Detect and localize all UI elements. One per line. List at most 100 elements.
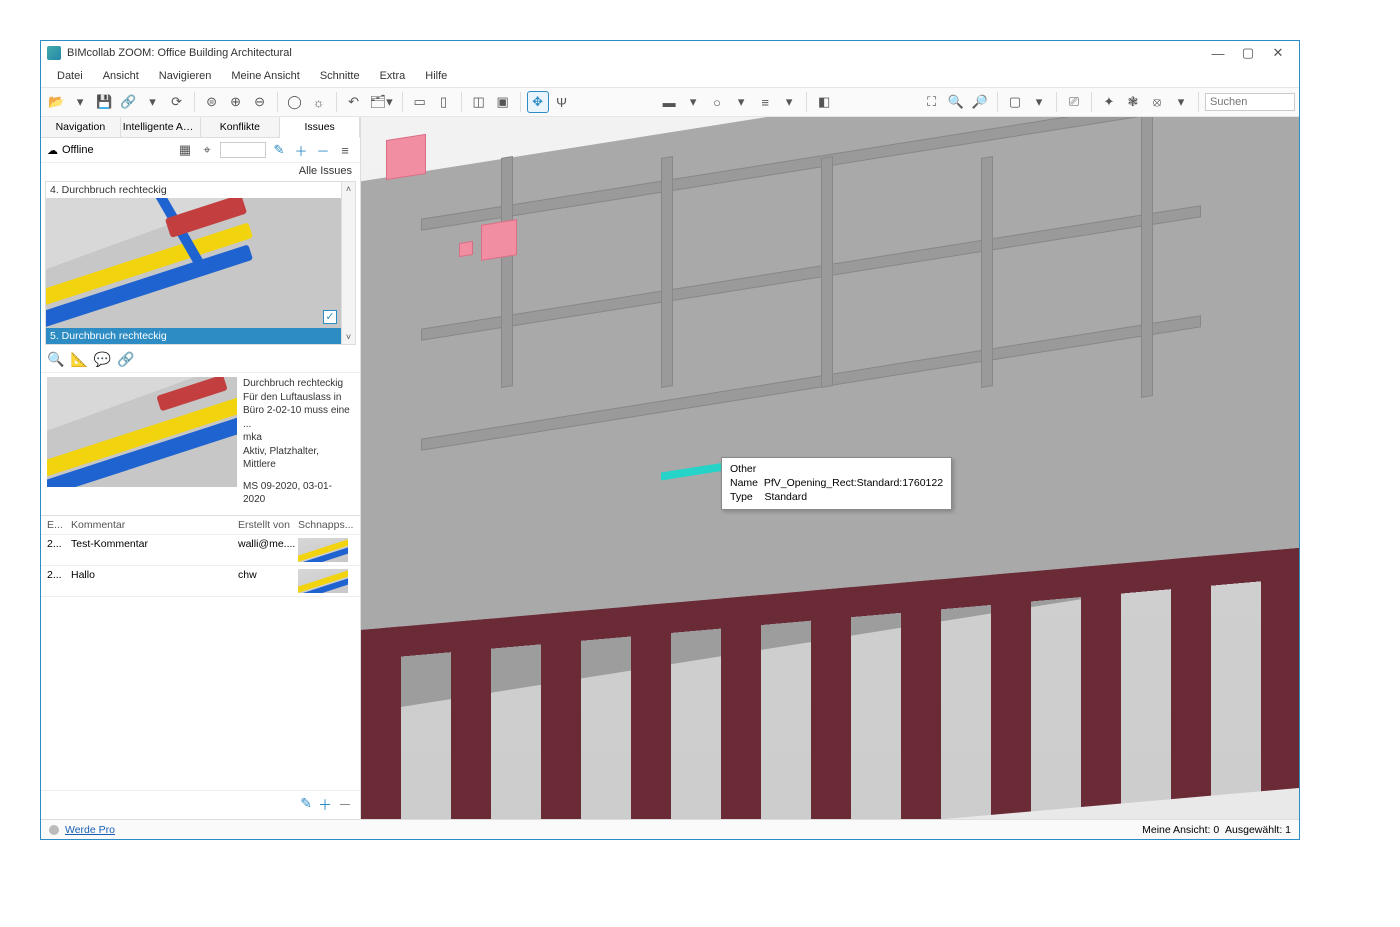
issue-detail: Durchbruch rechteckig Für den Luftauslas…	[41, 372, 360, 511]
scroll-up-icon[interactable]: ˄	[342, 182, 355, 196]
color-bar-icon[interactable]: ▬	[658, 91, 680, 113]
fit-icon[interactable]: ⊜	[201, 91, 223, 113]
remove-issue-icon[interactable]: －	[314, 141, 332, 159]
comment-icon[interactable]: 💬	[94, 351, 111, 368]
pro-link[interactable]: Werde Pro	[65, 824, 115, 836]
cloud-icon: ☁	[47, 144, 58, 157]
col-snapshot[interactable]: Schnapps...	[298, 519, 354, 531]
side-view-icon[interactable]: ▯	[433, 91, 455, 113]
issue-5-caption[interactable]: 5. Durchbruch rechteckig	[46, 328, 355, 344]
zoom-in-icon[interactable]: ⊕	[225, 91, 247, 113]
minimize-button[interactable]: —	[1203, 46, 1233, 61]
sun-icon[interactable]: ☼	[308, 91, 330, 113]
detail-thumbnail[interactable]	[47, 377, 237, 487]
detail-desc: Für den Luftauslass in Büro 2-02-10 muss…	[243, 391, 354, 432]
menu-ansicht[interactable]: Ansicht	[93, 68, 149, 84]
myview-count: 0	[1213, 824, 1219, 836]
sidebar-tabs: Navigation Intelligente Ansi... Konflikt…	[41, 117, 360, 138]
lines-icon[interactable]: ≡	[754, 91, 776, 113]
tab-navigation[interactable]: Navigation	[41, 117, 121, 137]
orbit-icon[interactable]: ◯	[284, 91, 306, 113]
menu-extra[interactable]: Extra	[370, 68, 416, 84]
link-icon[interactable]: 🔗	[117, 351, 134, 368]
tooltip-name-label: Name	[730, 477, 758, 489]
refresh-icon[interactable]: ⟳	[166, 91, 188, 113]
maximize-button[interactable]: ▢	[1233, 45, 1263, 61]
box-icon[interactable]: ▣	[492, 91, 514, 113]
crosshair-icon[interactable]: ✥	[527, 91, 549, 113]
front-view-icon[interactable]: ▭	[409, 91, 431, 113]
zoom-out-icon[interactable]: ⊖	[249, 91, 271, 113]
magnify-area-icon[interactable]: 🔎	[969, 91, 991, 113]
col-e[interactable]: E...	[47, 519, 71, 531]
detail-toolbar: 🔍 📐 💬 🔗	[41, 347, 360, 372]
anim-icon[interactable]: ❃	[1122, 91, 1144, 113]
open-icon[interactable]: 📂	[45, 91, 67, 113]
edit-comment-icon[interactable]: ✎	[300, 795, 312, 815]
status-dot-icon	[49, 825, 59, 835]
sidebar: Navigation Intelligente Ansi... Konflikt…	[41, 117, 361, 819]
tab-issues[interactable]: Issues	[280, 117, 360, 138]
issue-scrollbar[interactable]: ˄ ˅	[341, 182, 355, 344]
comment-row[interactable]: 2... Hallo chw	[41, 566, 360, 597]
detail-milestone: MS 09-2020, 03-01-2020	[243, 480, 354, 507]
menubar: Datei Ansicht Navigieren Meine Ansicht S…	[41, 65, 1299, 87]
app-window: BIMcollab ZOOM: Office Building Architec…	[40, 40, 1300, 840]
comment-thumb	[298, 569, 348, 593]
col-author[interactable]: Erstellt von	[238, 519, 298, 531]
titlebar: BIMcollab ZOOM: Office Building Architec…	[41, 41, 1299, 65]
clip-icon[interactable]: ◧	[813, 91, 835, 113]
branch-icon[interactable]: Ψ	[551, 91, 573, 113]
tooltip-type-value: Standard	[764, 491, 807, 503]
issue-4-caption: 4. Durchbruch rechteckig	[46, 182, 355, 198]
cube-icon[interactable]: ◫	[468, 91, 490, 113]
scroll-down-icon[interactable]: ˅	[342, 330, 355, 344]
issue-4-thumbnail[interactable]: ✓	[46, 198, 341, 328]
circle-icon[interactable]: ○	[706, 91, 728, 113]
attach-dropdown-icon[interactable]: ▾	[142, 91, 164, 113]
tooltip-type-label: Type	[730, 491, 753, 503]
issue-4-check-icon[interactable]: ✓	[323, 310, 337, 324]
add-comment-icon[interactable]: ＋	[318, 795, 332, 815]
autoview-icon[interactable]: ✦	[1098, 91, 1120, 113]
tab-smart-views[interactable]: Intelligente Ansi...	[121, 117, 201, 137]
menu-hilfe[interactable]: Hilfe	[415, 68, 457, 84]
add-issue-icon[interactable]: ＋	[292, 141, 310, 159]
comment-table: E... Kommentar Erstellt von Schnapps... …	[41, 515, 360, 597]
search-input[interactable]	[1205, 93, 1295, 111]
save-icon[interactable]: 💾	[93, 91, 115, 113]
select-area-icon[interactable]: ⛶	[921, 91, 943, 113]
menu-navigieren[interactable]: Navigieren	[149, 68, 222, 84]
close-button[interactable]: ✕	[1263, 45, 1293, 61]
section-dropdown-icon[interactable]: ▾	[1028, 91, 1050, 113]
grid-icon[interactable]: ▦	[176, 141, 194, 159]
menu-icon[interactable]: ≡	[336, 141, 354, 159]
menu-schnitte[interactable]: Schnitte	[310, 68, 370, 84]
all-issues-label: Alle Issues	[41, 163, 360, 179]
open-dropdown-icon[interactable]: ▾	[69, 91, 91, 113]
tab-conflicts[interactable]: Konflikte	[201, 117, 281, 137]
lines-dropdown-icon[interactable]: ▾	[778, 91, 800, 113]
comment-row[interactable]: 2... Test-Kommentar walli@me....	[41, 535, 360, 566]
screenshot-icon[interactable]: ⎚	[1063, 91, 1085, 113]
section-icon[interactable]: ▢	[1004, 91, 1026, 113]
attach-icon[interactable]: 🔗	[117, 91, 139, 113]
zoom-to-icon[interactable]: 🔍	[47, 351, 64, 368]
hatch-dropdown-icon[interactable]: ▾	[1170, 91, 1192, 113]
view-dropdown-icon[interactable]: 🗂▾	[367, 91, 396, 113]
hatch-icon[interactable]: ⦻	[1146, 91, 1168, 113]
filter-icon[interactable]: ⌖	[198, 141, 216, 159]
menu-datei[interactable]: Datei	[47, 68, 93, 84]
col-comment[interactable]: Kommentar	[71, 519, 238, 531]
edit-icon[interactable]: ✎	[270, 141, 288, 159]
circle-dropdown-icon[interactable]: ▾	[730, 91, 752, 113]
window-title: BIMcollab ZOOM: Office Building Architec…	[67, 47, 1203, 59]
measure-icon[interactable]: 📐	[70, 351, 87, 368]
issue-filter-input[interactable]	[220, 142, 266, 158]
color-bar-dropdown-icon[interactable]: ▾	[682, 91, 704, 113]
remove-comment-icon[interactable]: －	[338, 795, 352, 815]
magnify-icon[interactable]: 🔍	[945, 91, 967, 113]
menu-meine-ansicht[interactable]: Meine Ansicht	[221, 68, 309, 84]
undo-icon[interactable]: ↶	[343, 91, 365, 113]
3d-viewport[interactable]: Other Name PfV_Opening_Rect:Standard:176…	[361, 117, 1299, 819]
